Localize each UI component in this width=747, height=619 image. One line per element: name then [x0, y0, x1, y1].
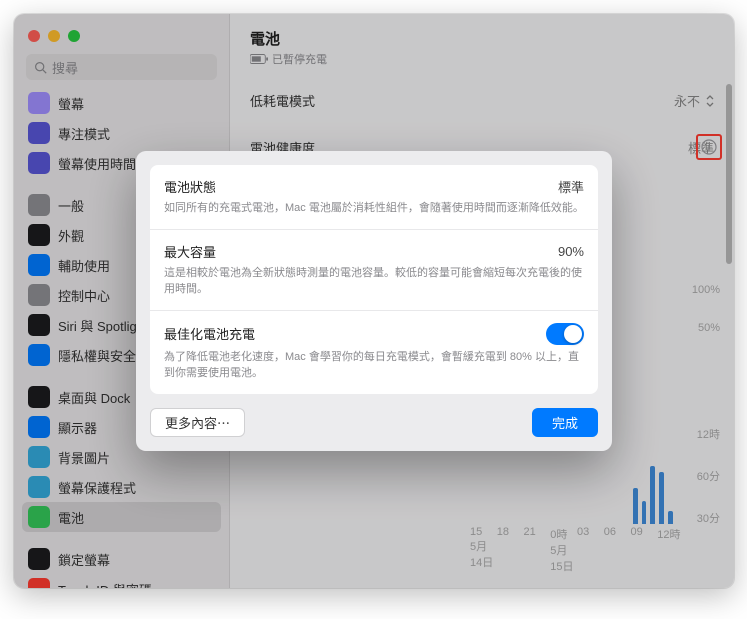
optimized-charging-toggle[interactable] [546, 323, 584, 345]
row-value: 標準 [558, 177, 584, 196]
modal-overlay: 電池狀態 標準 如同所有的充電式電池，Mac 電池屬於消耗性組件，會隨著使用時間… [14, 14, 734, 588]
row-description: 為了降低電池老化速度，Mac 會學習你的每日充電模式，會暫緩充電到 80% 以上… [164, 349, 584, 382]
row-title: 電池狀態 [164, 177, 216, 196]
row-description: 如同所有的充電式電池，Mac 電池屬於消耗性組件，會隨著使用時間而逐漸降低效能。 [164, 200, 584, 217]
row-title: 最大容量 [164, 242, 216, 261]
max-capacity-row: 最大容量 90% 這是相較於電池為全新狀態時測量的電池容量。較低的容量可能會縮短… [150, 230, 598, 311]
done-button[interactable]: 完成 [532, 408, 598, 437]
battery-status-row: 電池狀態 標準 如同所有的充電式電池，Mac 電池屬於消耗性組件，會隨著使用時間… [150, 165, 598, 230]
modal-buttons: 更多內容⋯ 完成 [150, 408, 598, 437]
settings-window: 搜尋 螢幕專注模式螢幕使用時間一般外觀輔助使用控制中心Siri 與 Spotli… [14, 14, 734, 588]
modal-group: 電池狀態 標準 如同所有的充電式電池，Mac 電池屬於消耗性組件，會隨著使用時間… [150, 165, 598, 394]
row-value: 90% [558, 244, 584, 259]
row-title: 最佳化電池充電 [164, 324, 255, 343]
more-button[interactable]: 更多內容⋯ [150, 408, 245, 437]
row-description: 這是相較於電池為全新狀態時測量的電池容量。較低的容量可能會縮短每次充電後的使用時… [164, 265, 584, 298]
optimized-charging-row: 最佳化電池充電 為了降低電池老化速度，Mac 會學習你的每日充電模式，會暫緩充電… [150, 311, 598, 394]
battery-health-modal: 電池狀態 標準 如同所有的充電式電池，Mac 電池屬於消耗性組件，會隨著使用時間… [136, 151, 612, 451]
